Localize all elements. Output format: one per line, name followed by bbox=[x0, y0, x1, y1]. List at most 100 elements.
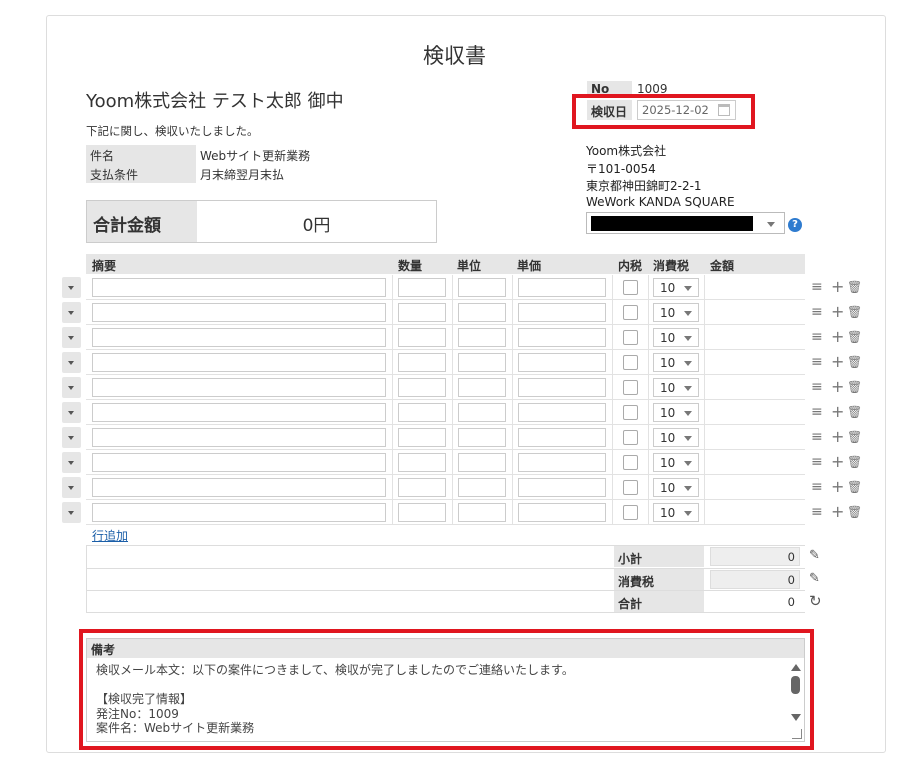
unit-price-input[interactable] bbox=[518, 503, 606, 522]
staff-select[interactable] bbox=[586, 212, 785, 234]
trash-icon[interactable]: 🗑 bbox=[847, 379, 862, 395]
add-icon[interactable]: + bbox=[831, 454, 844, 470]
add-icon[interactable]: + bbox=[831, 329, 844, 345]
row-menu-toggle[interactable] bbox=[62, 477, 81, 498]
trash-icon[interactable]: 🗑 bbox=[847, 454, 862, 470]
unit-input[interactable] bbox=[458, 428, 506, 447]
quantity-input[interactable] bbox=[398, 303, 446, 322]
tax-included-checkbox[interactable] bbox=[623, 480, 638, 495]
tax-rate-select[interactable]: 10 bbox=[653, 478, 699, 497]
quantity-input[interactable] bbox=[398, 403, 446, 422]
add-icon[interactable]: + bbox=[831, 429, 844, 445]
trash-icon[interactable]: 🗑 bbox=[847, 404, 862, 420]
tax-included-checkbox[interactable] bbox=[623, 505, 638, 520]
quantity-input[interactable] bbox=[398, 278, 446, 297]
refresh-icon[interactable]: ↻ bbox=[809, 594, 823, 609]
unit-price-input[interactable] bbox=[518, 428, 606, 447]
row-menu-toggle[interactable] bbox=[62, 402, 81, 423]
trash-icon[interactable]: 🗑 bbox=[847, 329, 862, 345]
unit-input[interactable] bbox=[458, 353, 506, 372]
row-menu-toggle[interactable] bbox=[62, 277, 81, 298]
pencil-icon[interactable]: ✎ bbox=[809, 549, 823, 563]
description-input[interactable] bbox=[92, 378, 386, 397]
drag-handle-icon[interactable]: ≡ bbox=[811, 279, 823, 295]
unit-price-input[interactable] bbox=[518, 478, 606, 497]
unit-price-input[interactable] bbox=[518, 403, 606, 422]
drag-handle-icon[interactable]: ≡ bbox=[811, 304, 823, 320]
unit-input[interactable] bbox=[458, 478, 506, 497]
unit-input[interactable] bbox=[458, 278, 506, 297]
row-menu-toggle[interactable] bbox=[62, 452, 81, 473]
trash-icon[interactable]: 🗑 bbox=[847, 479, 862, 495]
add-icon[interactable]: + bbox=[831, 354, 844, 370]
drag-handle-icon[interactable]: ≡ bbox=[811, 404, 823, 420]
tax-included-checkbox[interactable] bbox=[623, 405, 638, 420]
unit-input[interactable] bbox=[458, 503, 506, 522]
drag-handle-icon[interactable]: ≡ bbox=[811, 379, 823, 395]
trash-icon[interactable]: 🗑 bbox=[847, 304, 862, 320]
quantity-input[interactable] bbox=[398, 503, 446, 522]
tax-rate-select[interactable]: 10 bbox=[653, 353, 699, 372]
trash-icon[interactable]: 🗑 bbox=[847, 279, 862, 295]
add-icon[interactable]: + bbox=[831, 379, 844, 395]
unit-input[interactable] bbox=[458, 453, 506, 472]
inspection-date-input[interactable]: 2025-12-02 bbox=[637, 100, 736, 120]
tax-included-checkbox[interactable] bbox=[623, 380, 638, 395]
tax-rate-select[interactable]: 10 bbox=[653, 503, 699, 522]
tax-rate-select[interactable]: 10 bbox=[653, 303, 699, 322]
tax-included-checkbox[interactable] bbox=[623, 330, 638, 345]
description-input[interactable] bbox=[92, 278, 386, 297]
description-input[interactable] bbox=[92, 353, 386, 372]
quantity-input[interactable] bbox=[398, 328, 446, 347]
trash-icon[interactable]: 🗑 bbox=[847, 504, 862, 520]
drag-handle-icon[interactable]: ≡ bbox=[811, 479, 823, 495]
tax-included-checkbox[interactable] bbox=[623, 430, 638, 445]
scroll-thumb[interactable] bbox=[791, 676, 800, 694]
subject-value[interactable]: Webサイト更新業務 bbox=[200, 147, 310, 164]
add-icon[interactable]: + bbox=[831, 479, 844, 495]
quantity-input[interactable] bbox=[398, 353, 446, 372]
description-input[interactable] bbox=[92, 403, 386, 422]
quantity-input[interactable] bbox=[398, 453, 446, 472]
tax-rate-select[interactable]: 10 bbox=[653, 428, 699, 447]
drag-handle-icon[interactable]: ≡ bbox=[811, 504, 823, 520]
unit-price-input[interactable] bbox=[518, 278, 606, 297]
row-menu-toggle[interactable] bbox=[62, 377, 81, 398]
row-menu-toggle[interactable] bbox=[62, 327, 81, 348]
description-input[interactable] bbox=[92, 328, 386, 347]
unit-input[interactable] bbox=[458, 378, 506, 397]
row-menu-toggle[interactable] bbox=[62, 427, 81, 448]
drag-handle-icon[interactable]: ≡ bbox=[811, 454, 823, 470]
notes-textarea[interactable]: 検収メール本文：以下の案件につきまして、検収が完了しましたのでご連絡いたします。… bbox=[87, 658, 804, 741]
add-icon[interactable]: + bbox=[831, 279, 844, 295]
unit-input[interactable] bbox=[458, 403, 506, 422]
row-menu-toggle[interactable] bbox=[62, 302, 81, 323]
unit-price-input[interactable] bbox=[518, 378, 606, 397]
tax-rate-select[interactable]: 10 bbox=[653, 403, 699, 422]
tax-included-checkbox[interactable] bbox=[623, 355, 638, 370]
quantity-input[interactable] bbox=[398, 428, 446, 447]
description-input[interactable] bbox=[92, 503, 386, 522]
description-input[interactable] bbox=[92, 478, 386, 497]
drag-handle-icon[interactable]: ≡ bbox=[811, 329, 823, 345]
unit-price-input[interactable] bbox=[518, 303, 606, 322]
quantity-input[interactable] bbox=[398, 378, 446, 397]
drag-handle-icon[interactable]: ≡ bbox=[811, 354, 823, 370]
payment-terms-value[interactable]: 月末締翌月末払 bbox=[200, 166, 284, 183]
add-icon[interactable]: + bbox=[831, 404, 844, 420]
unit-input[interactable] bbox=[458, 328, 506, 347]
unit-input[interactable] bbox=[458, 303, 506, 322]
add-row-link[interactable]: 行追加 bbox=[92, 527, 128, 544]
unit-price-input[interactable] bbox=[518, 328, 606, 347]
row-menu-toggle[interactable] bbox=[62, 502, 81, 523]
calendar-icon[interactable] bbox=[718, 104, 730, 116]
tax-included-checkbox[interactable] bbox=[623, 280, 638, 295]
unit-price-input[interactable] bbox=[518, 353, 606, 372]
no-value[interactable]: 1009 bbox=[637, 82, 668, 96]
tax-included-checkbox[interactable] bbox=[623, 455, 638, 470]
description-input[interactable] bbox=[92, 303, 386, 322]
description-input[interactable] bbox=[92, 428, 386, 447]
tax-rate-select[interactable]: 10 bbox=[653, 278, 699, 297]
add-icon[interactable]: + bbox=[831, 504, 844, 520]
tax-rate-select[interactable]: 10 bbox=[653, 378, 699, 397]
